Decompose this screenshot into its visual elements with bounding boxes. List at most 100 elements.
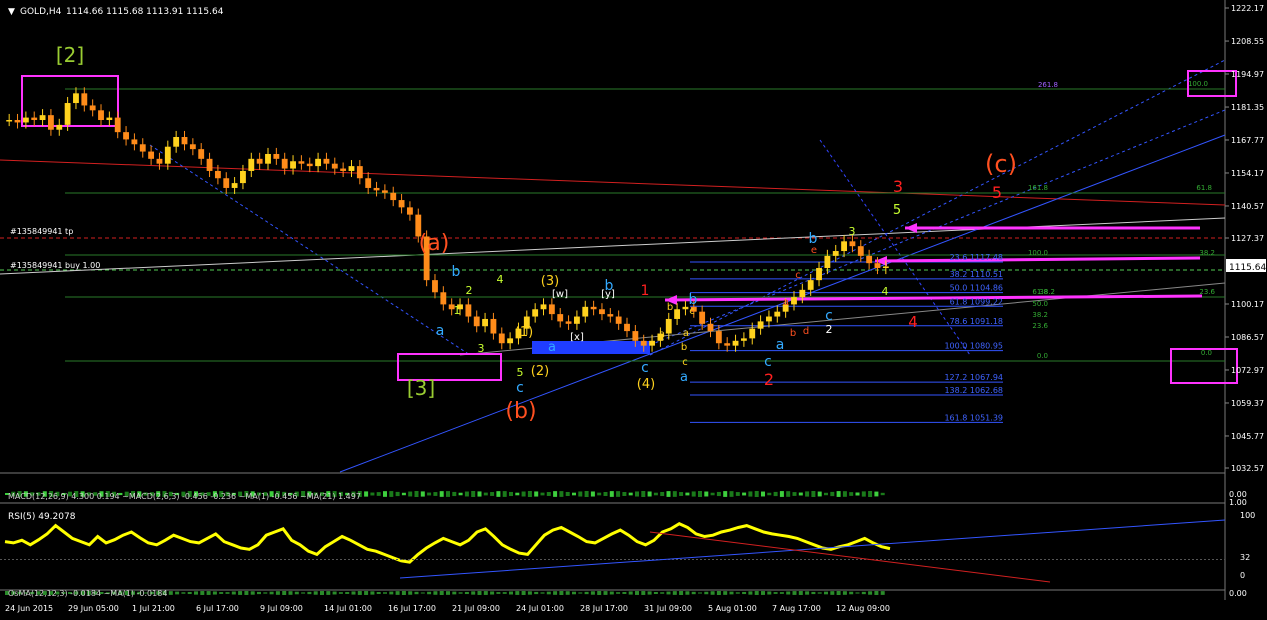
candle-body bbox=[14, 120, 21, 123]
macd-bar bbox=[811, 491, 816, 497]
osma-bar bbox=[320, 591, 324, 595]
candle-body bbox=[732, 340, 739, 346]
osma-bar bbox=[672, 591, 677, 595]
wave-label: c bbox=[682, 357, 688, 368]
candle-body bbox=[590, 306, 597, 310]
osma-bar bbox=[779, 592, 784, 594]
macd-bar bbox=[401, 492, 406, 496]
osma-bar bbox=[786, 591, 791, 595]
wave-label: c bbox=[764, 354, 772, 370]
candle-body bbox=[323, 158, 330, 164]
macd-bar bbox=[716, 491, 721, 497]
osma-bar bbox=[168, 591, 173, 595]
osma-bar bbox=[483, 591, 488, 595]
candle-body bbox=[440, 292, 447, 305]
candle-body bbox=[381, 190, 388, 193]
osma-bar bbox=[194, 591, 198, 595]
fib-right-label: 61.8 bbox=[1032, 288, 1048, 296]
macd-bar bbox=[578, 491, 583, 497]
macd-bar bbox=[647, 491, 652, 497]
osma-bar bbox=[257, 591, 261, 595]
osma-bar bbox=[408, 591, 413, 595]
osma-bar bbox=[685, 591, 690, 595]
osma-bar bbox=[187, 591, 192, 595]
wave-label: [x] bbox=[570, 332, 584, 343]
symbol-title: ▼ bbox=[8, 7, 15, 17]
osma-bar bbox=[798, 591, 803, 595]
macd-bar bbox=[679, 492, 684, 496]
macd-bar bbox=[364, 491, 369, 497]
price-chart: 23.6 1117.48 38.2 1110.51 50.0 1104.86 61.8… bbox=[0, 0, 1267, 620]
macd-bar bbox=[509, 491, 513, 497]
osma-bar bbox=[546, 591, 551, 595]
wave-label: 2 bbox=[826, 323, 833, 336]
candle-body bbox=[114, 117, 121, 133]
wave-label: (2) bbox=[531, 364, 549, 379]
fib-right-label: 161.8 bbox=[1028, 184, 1048, 192]
osma-bar bbox=[572, 591, 576, 595]
x-tick-label: 1 Jul 21:00 bbox=[132, 604, 175, 613]
osma-bar bbox=[666, 591, 671, 595]
fib-right-label: 0.0 bbox=[1201, 349, 1212, 357]
osma-bar bbox=[609, 591, 614, 595]
osma-bar bbox=[597, 591, 602, 595]
osma-bar bbox=[452, 591, 457, 595]
macd-bar bbox=[880, 492, 885, 496]
candle-body bbox=[131, 139, 138, 145]
candle-body bbox=[665, 318, 672, 334]
osma-bar bbox=[874, 591, 879, 595]
macd-bar bbox=[635, 491, 639, 497]
candle-body bbox=[156, 158, 163, 164]
macd-bar bbox=[698, 491, 702, 497]
wave-label: [y] bbox=[601, 289, 615, 300]
candle-body bbox=[398, 200, 405, 208]
macd-bar bbox=[603, 491, 608, 497]
osma-bar bbox=[836, 591, 841, 595]
wave-label: 2 bbox=[764, 370, 774, 389]
fib-right-label: 0.0 bbox=[1037, 352, 1048, 360]
wave-label: (a) bbox=[419, 231, 450, 256]
macd-bar bbox=[376, 492, 381, 496]
osma-bar bbox=[383, 592, 387, 594]
candle-body bbox=[649, 340, 655, 346]
osma-bar bbox=[553, 591, 558, 595]
candle-body bbox=[348, 166, 355, 171]
wave-label: 3 bbox=[478, 342, 485, 355]
candle-body bbox=[624, 323, 630, 332]
candle-body bbox=[849, 241, 856, 247]
macd-bar bbox=[830, 491, 835, 497]
macd-bar bbox=[616, 491, 621, 497]
macd-bar bbox=[515, 492, 520, 496]
candle-body bbox=[189, 144, 196, 150]
candle-body bbox=[407, 207, 413, 215]
osma-bar bbox=[578, 592, 583, 594]
osma-bar bbox=[370, 591, 375, 595]
wave-label: 3 bbox=[849, 225, 856, 238]
wave-label: 4 bbox=[497, 273, 504, 286]
macd-bar bbox=[836, 491, 841, 497]
osma-bar bbox=[219, 592, 224, 594]
candle-body bbox=[507, 338, 514, 344]
macd-bar bbox=[861, 491, 866, 497]
candle-body bbox=[799, 289, 806, 298]
macd-bar bbox=[420, 491, 425, 497]
candle-body bbox=[548, 304, 555, 315]
osma-bar bbox=[263, 592, 268, 594]
fib-right-label: 100.0 bbox=[1028, 249, 1048, 257]
candle-body bbox=[632, 331, 639, 341]
osma-bar bbox=[540, 592, 545, 594]
macd-bar bbox=[433, 492, 438, 496]
wave-label: (3) bbox=[541, 274, 559, 289]
rsi-tick-label: 100 bbox=[1240, 511, 1255, 520]
candle-body bbox=[699, 311, 706, 324]
fib-right-label: 38.2 bbox=[1032, 311, 1048, 319]
macd-bar bbox=[490, 492, 495, 496]
osma-bar bbox=[754, 591, 759, 595]
wave-label: d bbox=[803, 326, 809, 337]
osma-bar bbox=[735, 592, 740, 594]
macd-bar bbox=[748, 491, 753, 497]
osma-bar bbox=[502, 592, 507, 594]
macd-bar bbox=[572, 492, 576, 496]
candle-body bbox=[315, 158, 322, 167]
macd-bar bbox=[389, 491, 394, 497]
